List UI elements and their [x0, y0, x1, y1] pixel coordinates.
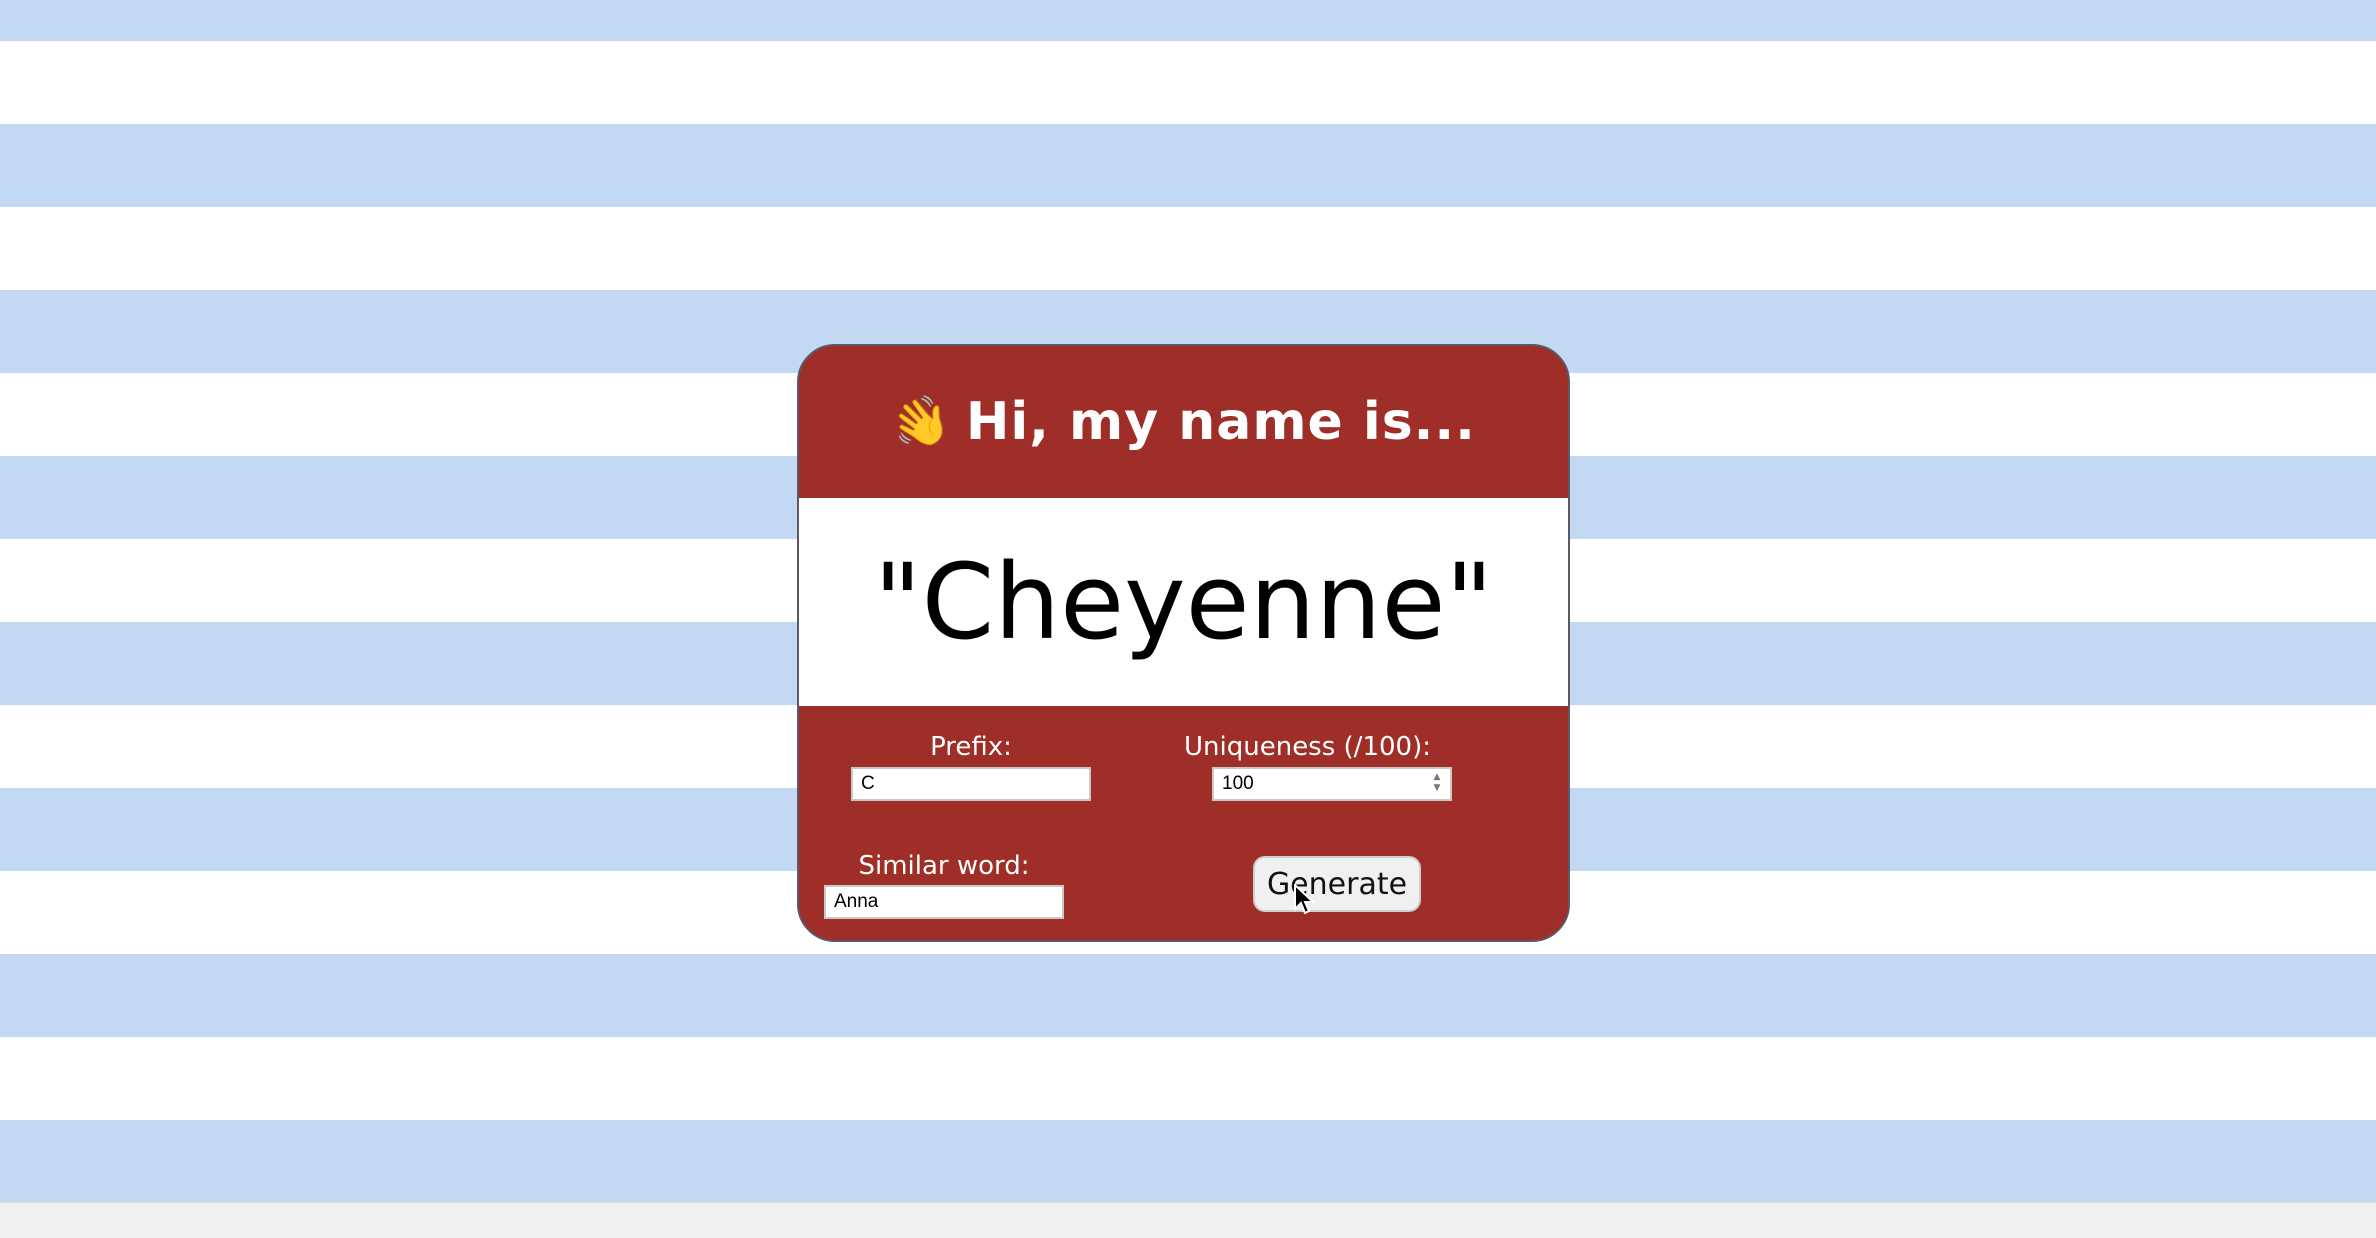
generate-button[interactable]: Generate: [1253, 856, 1421, 912]
card-title: Hi, my name is...: [965, 392, 1476, 452]
card-header: 👋 Hi, my name is...: [799, 346, 1568, 498]
name-tag-card: 👋 Hi, my name is... "Cheyenne" Prefix: U…: [797, 344, 1570, 942]
uniqueness-number-field: ▲ ▼: [1212, 767, 1452, 801]
number-stepper[interactable]: ▲ ▼: [1432, 773, 1442, 793]
mouse-cursor-icon: [1294, 884, 1315, 915]
similar-word-input[interactable]: [824, 885, 1064, 919]
stepper-up-icon[interactable]: ▲: [1434, 773, 1441, 782]
similar-word-label: Similar word:: [858, 851, 1030, 881]
generated-name: "Cheyenne": [873, 541, 1494, 663]
name-display-band: "Cheyenne": [799, 498, 1568, 706]
bottom-bar: [0, 1202, 2376, 1238]
uniqueness-input[interactable]: [1212, 767, 1452, 801]
stepper-down-icon[interactable]: ▼: [1434, 784, 1441, 793]
waving-hand-icon: 👋: [884, 387, 959, 458]
uniqueness-label: Uniqueness (/100):: [1184, 732, 1431, 762]
page: 👋 Hi, my name is... "Cheyenne" Prefix: U…: [0, 0, 2376, 1238]
prefix-label: Prefix:: [930, 732, 1012, 762]
prefix-input[interactable]: [851, 767, 1091, 801]
